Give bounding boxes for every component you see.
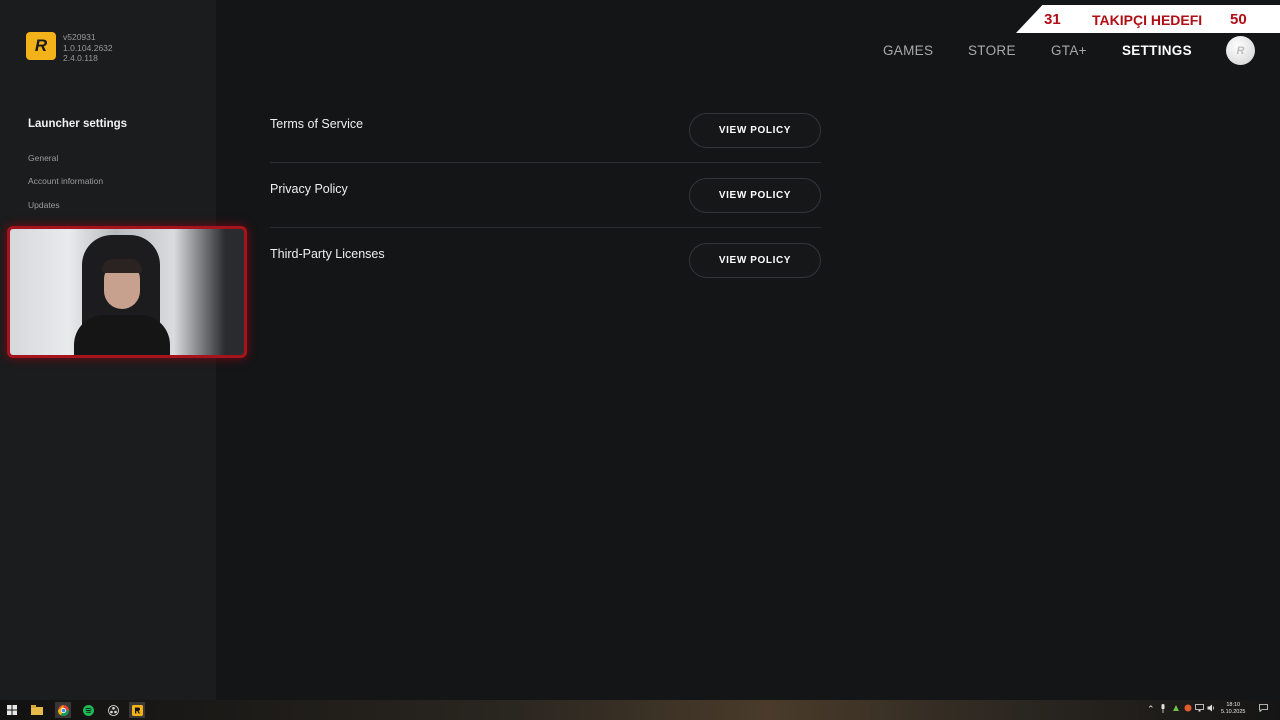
policy-row-terms: Terms of Service VIEW POLICY [270, 98, 821, 163]
policy-label: Privacy Policy [270, 182, 348, 196]
policy-label: Third-Party Licenses [270, 247, 385, 261]
sidebar-title: Launcher settings [28, 118, 128, 130]
follower-goal-label: TAKIPÇI HEDEFI [1092, 12, 1203, 28]
policy-row-third-party: Third-Party Licenses VIEW POLICY [270, 228, 821, 292]
network-icon[interactable] [1195, 704, 1204, 714]
version-line: 2.4.0.118 [63, 53, 98, 63]
clock-time: 18:10 [1226, 702, 1241, 708]
tray-chevron-up-icon[interactable]: ⌃ [1147, 704, 1155, 715]
sidebar-item-account-information[interactable]: Account information [28, 176, 103, 186]
rockstar-logo-icon[interactable]: R [26, 32, 56, 60]
webcam-person-body [74, 315, 170, 355]
nav-store[interactable]: STORE [968, 43, 1016, 58]
spotify-icon[interactable] [81, 703, 95, 717]
view-policy-button[interactable]: VIEW POLICY [689, 243, 821, 278]
policy-row-privacy: Privacy Policy VIEW POLICY [270, 163, 821, 228]
nav-gta-plus[interactable]: GTA+ [1051, 43, 1087, 58]
clock-date: 5.10.2025 [1221, 709, 1246, 715]
view-policy-button[interactable]: VIEW POLICY [689, 113, 821, 148]
version-line: 1.0.104.2632 [63, 42, 113, 53]
obs-icon[interactable] [106, 703, 120, 717]
follower-goal: 50 [1230, 11, 1247, 28]
file-explorer-icon[interactable] [30, 703, 44, 717]
taskbar: ⌃ 18:10 5.10.2025 [0, 700, 1280, 720]
volume-icon[interactable] [1207, 704, 1216, 714]
tray-app-icon[interactable] [1172, 704, 1180, 714]
tray-microphone-icon[interactable] [1160, 704, 1166, 715]
rockstar-launcher-taskbar-icon[interactable] [129, 702, 145, 718]
follower-current: 31 [1044, 11, 1061, 28]
version-line: v520931 [63, 32, 96, 42]
webcam-person-hair [102, 259, 142, 273]
windows-start-icon[interactable] [5, 703, 19, 717]
taskbar-clock[interactable]: 18:10 5.10.2025 [1221, 702, 1245, 716]
follower-goal-banner: 31 TAKIPÇI HEDEFI 50 [1016, 5, 1280, 33]
nav-games[interactable]: GAMES [883, 43, 933, 58]
version-info: v520931 1.0.104.2632 2.4.0.118 [63, 32, 113, 64]
profile-avatar[interactable]: R [1226, 36, 1255, 65]
policy-label: Terms of Service [270, 117, 364, 131]
sidebar-item-general[interactable]: General [28, 153, 58, 163]
chrome-icon[interactable] [55, 702, 71, 718]
notification-icon[interactable] [1259, 704, 1268, 714]
webcam-overlay [7, 226, 247, 358]
tray-status-icon[interactable] [1184, 704, 1192, 714]
sidebar-item-updates[interactable]: Updates [28, 200, 60, 210]
view-policy-button[interactable]: VIEW POLICY [689, 178, 821, 213]
nav-settings[interactable]: SETTINGS [1122, 43, 1192, 58]
